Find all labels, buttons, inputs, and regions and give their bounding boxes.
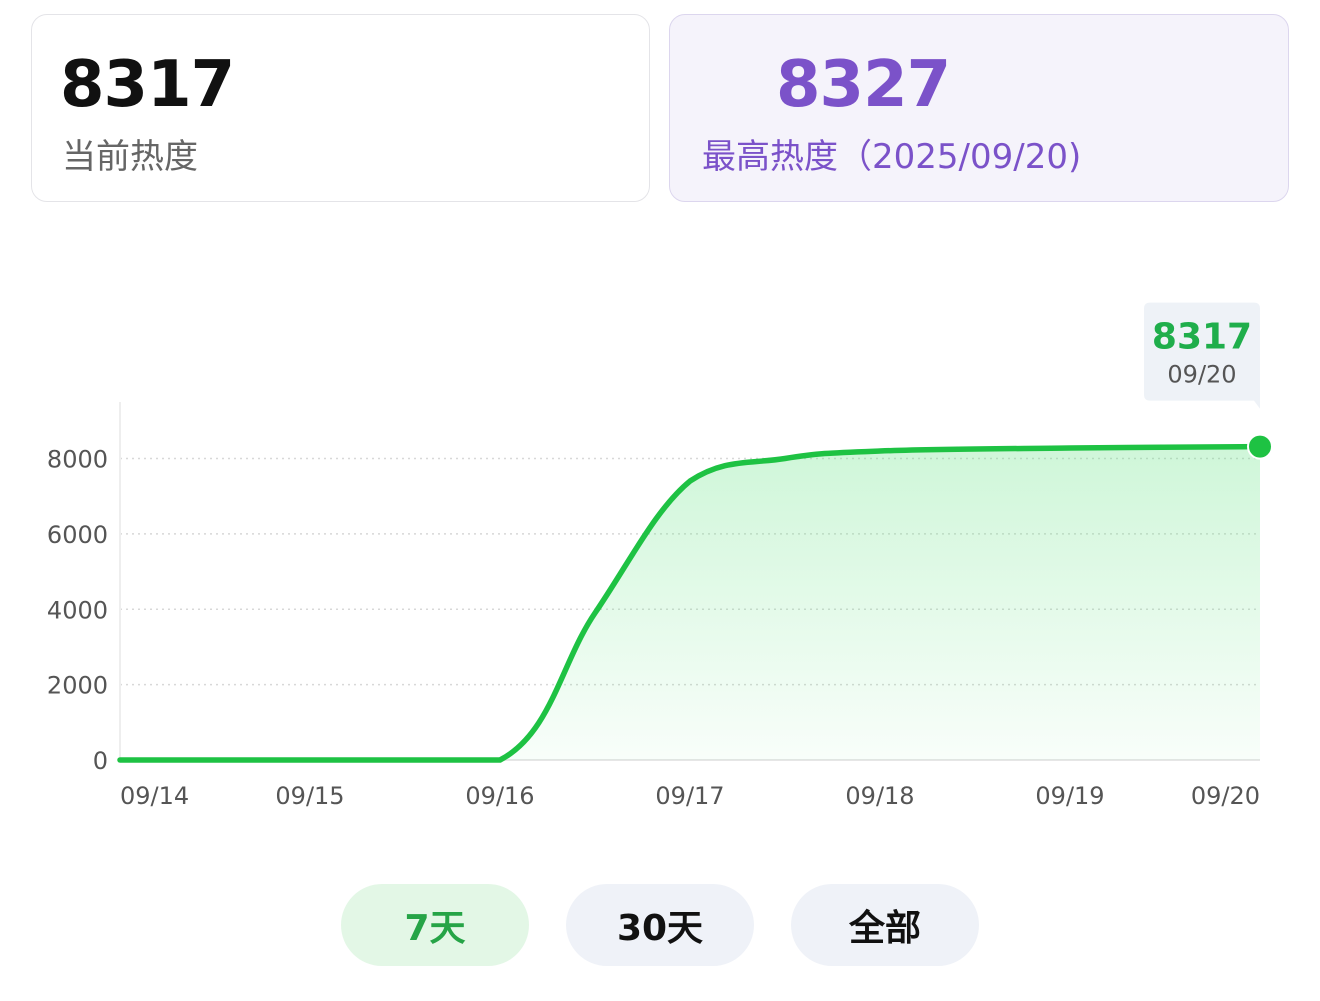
heat-trend-chart: 0 2000 4000 6000 8000 09/14 09/15 09/16 09/17 09/… — [47, 302, 1273, 810]
y-tick-label: 0 — [93, 747, 108, 775]
x-tick-label: 09/19 — [1035, 782, 1104, 810]
range-all-button[interactable]: 全部 — [791, 884, 979, 966]
range-30-days-button[interactable]: 30天 — [566, 884, 754, 966]
x-tick-label: 09/14 — [120, 782, 189, 810]
y-tick-label: 4000 — [47, 596, 108, 624]
chart-series — [117, 433, 1273, 763]
x-tick-label: 09/17 — [655, 782, 724, 810]
y-tick-label: 2000 — [47, 672, 108, 700]
series-area — [120, 446, 1260, 760]
x-tick-label: 09/20 — [1191, 782, 1260, 810]
tooltip-value: 8317 — [1152, 317, 1252, 358]
x-tick-label: 09/16 — [465, 782, 534, 810]
y-tick-label: 6000 — [47, 521, 108, 549]
highlight-point — [1247, 433, 1273, 460]
y-tick-label: 8000 — [47, 446, 108, 474]
tooltip-date: 09/20 — [1167, 361, 1236, 389]
chart-tooltip: 8317 09/20 — [1144, 302, 1260, 409]
range-7-days-button[interactable]: 7天 — [341, 884, 529, 966]
x-tick-label: 09/18 — [845, 782, 914, 810]
x-tick-label: 09/15 — [275, 782, 344, 810]
